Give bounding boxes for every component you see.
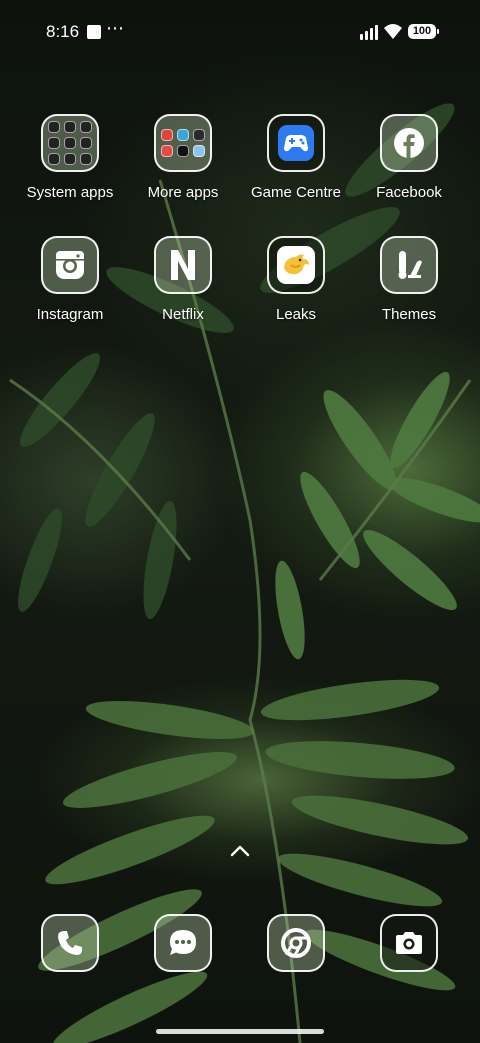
app-system-apps[interactable]: System apps	[15, 114, 125, 201]
app-label: Instagram	[36, 306, 104, 323]
app-netflix[interactable]: Netflix	[128, 236, 238, 323]
status-bar: 8:16 ⋯ 100	[0, 0, 480, 64]
app-label: Netflix	[162, 306, 204, 323]
more-notifications-icon: ⋯	[106, 18, 125, 38]
dock-phone[interactable]	[15, 914, 125, 972]
notification-square-icon	[87, 25, 101, 39]
app-game-centre[interactable]: Game Centre	[241, 114, 351, 201]
camera-icon[interactable]	[380, 914, 438, 972]
chrome-icon[interactable]	[267, 914, 325, 972]
folder-preview	[161, 129, 205, 157]
wifi-icon	[384, 24, 402, 39]
phone-icon[interactable]	[41, 914, 99, 972]
themes-icon[interactable]	[380, 236, 438, 294]
status-time: 8:16	[46, 22, 80, 41]
folder-icon[interactable]	[154, 114, 212, 172]
app-label: Leaks	[275, 306, 317, 323]
app-more-apps[interactable]: More apps	[128, 114, 238, 201]
app-facebook[interactable]: Facebook	[354, 114, 464, 201]
bird-icon[interactable]	[267, 236, 325, 294]
app-leaks[interactable]: Leaks	[241, 236, 351, 323]
signal-icon	[360, 24, 378, 40]
app-label: More apps	[147, 184, 219, 201]
dock-chrome[interactable]	[241, 914, 351, 972]
facebook-icon[interactable]	[380, 114, 438, 172]
app-label: Facebook	[376, 184, 442, 201]
dock-messages[interactable]	[128, 914, 238, 972]
dock-camera[interactable]	[354, 914, 464, 972]
app-instagram[interactable]: Instagram	[15, 236, 125, 323]
battery-icon: 100	[408, 24, 439, 39]
home-indicator-bar[interactable]	[156, 1029, 324, 1034]
app-themes[interactable]: Themes	[354, 236, 464, 323]
message-icon[interactable]	[154, 914, 212, 972]
app-label: System apps	[26, 184, 114, 201]
chevron-up-icon[interactable]	[229, 843, 251, 859]
folder-preview	[48, 121, 92, 165]
app-label: Themes	[381, 306, 437, 323]
netflix-icon[interactable]	[154, 236, 212, 294]
app-label: Game Centre	[250, 184, 342, 201]
folder-icon[interactable]	[41, 114, 99, 172]
instagram-icon[interactable]	[41, 236, 99, 294]
gamepad-icon[interactable]	[267, 114, 325, 172]
